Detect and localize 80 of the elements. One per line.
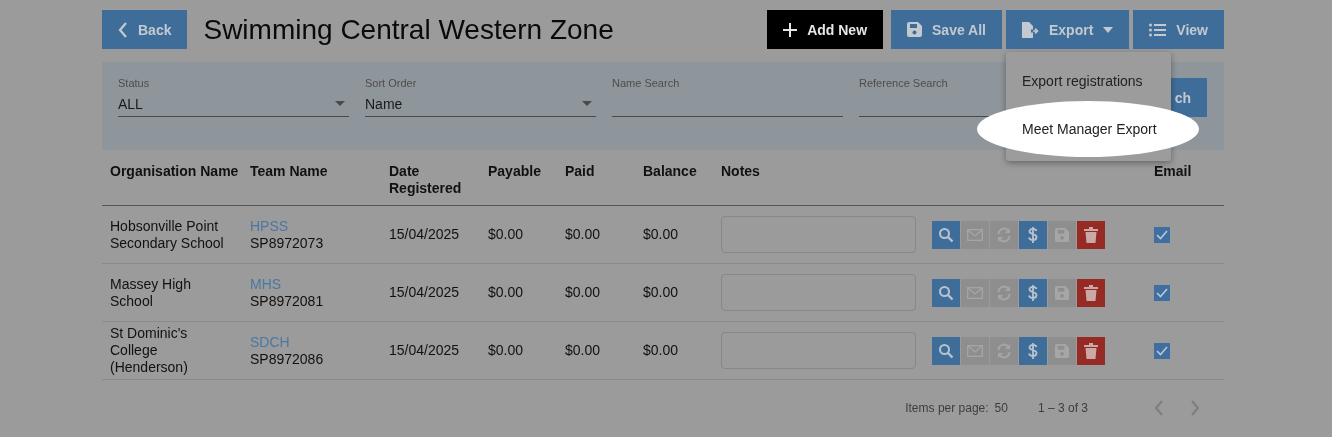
caret-down-icon xyxy=(582,101,592,106)
table-cell: $0.00 xyxy=(643,342,679,359)
items-per-page-select[interactable]: 50 xyxy=(994,401,1008,415)
trash-icon xyxy=(1084,284,1098,301)
menu-item[interactable]: Export registrations xyxy=(1022,73,1143,89)
chevron-left-icon xyxy=(118,21,128,38)
column-header: Email xyxy=(1154,163,1192,179)
table-cell-text: Massey High School xyxy=(110,275,192,310)
trash-icon xyxy=(1084,226,1098,243)
save-all-button[interactable]: Save All xyxy=(891,10,1002,49)
envelope-icon xyxy=(967,286,983,299)
email-checkbox[interactable] xyxy=(1154,226,1170,243)
table-cell: $0.00 xyxy=(565,226,601,243)
chevron-left-icon[interactable] xyxy=(1154,400,1164,416)
delete-button[interactable] xyxy=(1077,336,1105,365)
trash-icon xyxy=(1084,342,1098,359)
file-export-icon xyxy=(1022,21,1039,38)
table-cell-text: Hobsonville Point Secondary School xyxy=(110,217,225,252)
chevron-right-icon[interactable] xyxy=(1190,400,1200,416)
table-cell: $0.00 xyxy=(488,284,524,301)
back-button[interactable]: Back xyxy=(102,10,188,49)
column-header: Organisation Name xyxy=(110,163,239,179)
list-icon xyxy=(1149,22,1167,37)
delete-button[interactable] xyxy=(1077,278,1105,307)
table-cell: $0.00 xyxy=(565,284,601,301)
search-icon xyxy=(938,284,954,301)
table-cell: 15/04/2025 xyxy=(389,226,460,243)
team-link[interactable]: SDCH xyxy=(250,333,290,351)
table-cell: SP8972086 xyxy=(250,350,324,368)
view-button[interactable] xyxy=(932,278,960,307)
email-checkbox[interactable] xyxy=(1154,342,1170,359)
view-button[interactable] xyxy=(932,220,960,249)
column-header: Paid xyxy=(565,163,595,179)
column-header: Balance xyxy=(643,163,697,179)
dollar-icon xyxy=(1028,225,1038,244)
refresh-icon xyxy=(996,226,1012,243)
input-field[interactable]: Reference Search xyxy=(859,76,1016,117)
email-checkbox[interactable] xyxy=(1154,284,1170,301)
payment-button[interactable] xyxy=(1019,278,1047,307)
team-link[interactable]: HPSS xyxy=(250,217,289,235)
envelope-icon xyxy=(967,344,983,357)
view-button[interactable]: View xyxy=(1133,10,1224,49)
search-icon xyxy=(938,342,954,359)
table-cell: $0.00 xyxy=(643,226,679,243)
table-cell: SP8972081 xyxy=(250,292,324,310)
delete-button[interactable] xyxy=(1077,220,1105,249)
table-cell: $0.00 xyxy=(565,342,601,359)
select-field[interactable]: Sort Order Name xyxy=(365,76,596,117)
dollar-icon xyxy=(1028,283,1038,302)
team-link[interactable]: MHS xyxy=(250,275,282,293)
table-cell: 15/04/2025 xyxy=(389,284,460,301)
column-header: Payable xyxy=(488,163,541,179)
view-button[interactable] xyxy=(932,336,960,365)
input-field[interactable]: Name Search xyxy=(612,76,843,117)
export-button[interactable]: Export xyxy=(1006,10,1130,49)
page-range: 1 – 3 of 3 xyxy=(1037,401,1088,415)
table-cell: $0.00 xyxy=(488,342,524,359)
table-cell: $0.00 xyxy=(488,226,524,243)
caret-down-icon xyxy=(335,101,345,106)
table-cell: $0.00 xyxy=(643,284,679,301)
plus-icon xyxy=(783,22,798,37)
envelope-icon xyxy=(967,228,983,241)
search-icon xyxy=(938,226,954,243)
select-field[interactable]: Status ALL xyxy=(118,76,349,117)
items-per-page-label: Items per page: xyxy=(905,401,989,415)
refresh-icon xyxy=(996,284,1012,301)
page-title: Swimming Central Western Zone xyxy=(203,13,614,46)
column-header: Date Registered xyxy=(389,163,462,196)
dollar-icon xyxy=(1028,341,1038,360)
payment-button[interactable] xyxy=(1019,220,1047,249)
column-header: Notes xyxy=(721,163,760,179)
caret-down-icon xyxy=(1103,26,1114,33)
payment-button[interactable] xyxy=(1019,336,1047,365)
menu-item[interactable]: Meet Manager Export xyxy=(1022,121,1157,137)
table-cell-text: St Dominic's College (Henderson) xyxy=(110,325,189,376)
add-new-button[interactable]: Add New xyxy=(767,10,884,49)
table-cell: SP8972073 xyxy=(250,234,324,252)
column-header: Team Name xyxy=(250,163,328,179)
refresh-icon xyxy=(996,342,1012,359)
table-cell: 15/04/2025 xyxy=(389,342,460,359)
